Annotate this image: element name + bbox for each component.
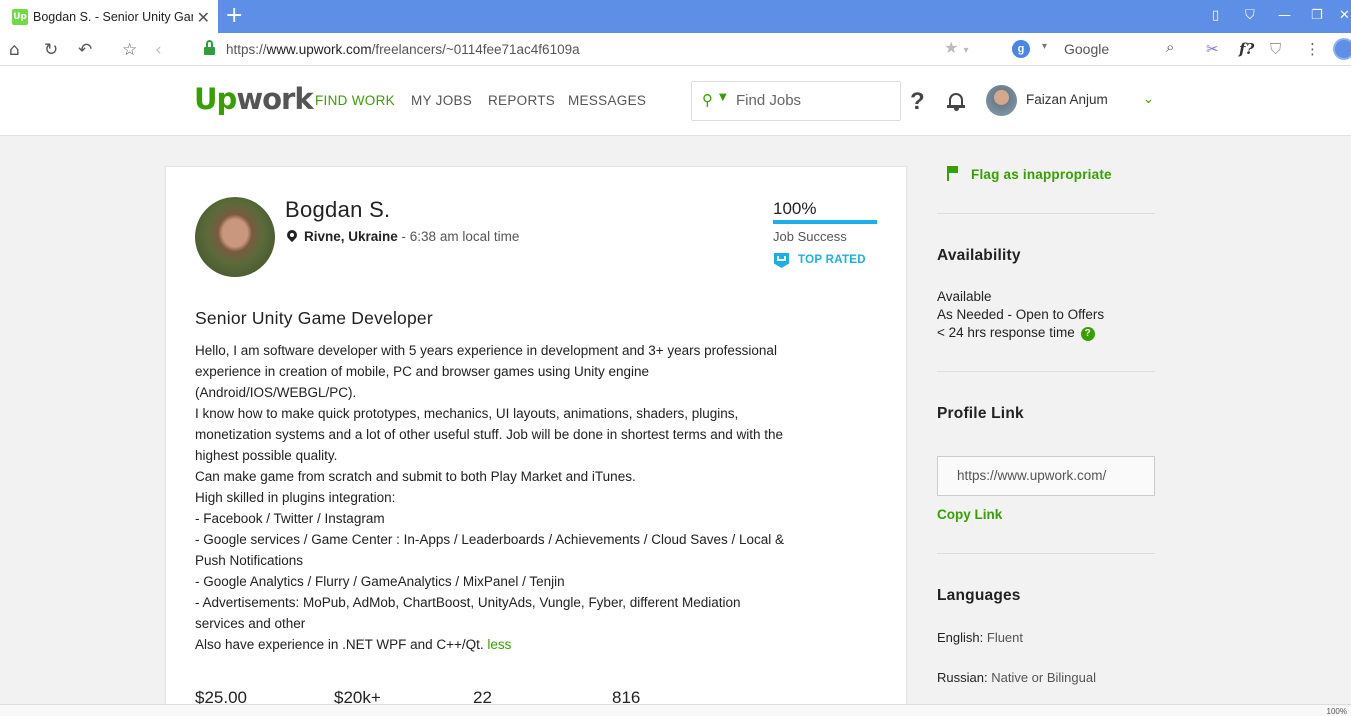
url-text[interactable]: https://www.upwork.com/freelancers/~0114… [226,42,580,57]
bookmark-icon[interactable]: ☆ [122,40,137,60]
overview-line: Hello, I am software developer with 5 ye… [195,343,777,358]
tab-title: Bogdan S. - Senior Unity Game [33,9,193,24]
google-icon: g [1012,40,1030,58]
help-circle-icon[interactable]: ? [1080,327,1095,341]
nav-messages[interactable]: MESSAGES [568,93,646,108]
shield-icon[interactable]: ⛉ [1245,8,1255,23]
profile-link-heading: Profile Link [937,405,1024,422]
profile-title: Senior Unity Game Developer [195,308,433,328]
language-item: English: Fluent [937,630,1024,645]
overview-line-last: Also have experience in .NET WPF and C++… [195,637,512,652]
overview-line: High skilled in plugins integration: [195,490,396,505]
overview-line: - Google Analytics / Flurry / GameAnalyt… [195,574,565,589]
freelancer-name: Bogdan S. [285,197,391,222]
window-close-icon[interactable]: ✕ [1339,8,1350,23]
sidebar-divider [937,553,1155,554]
copy-link-button[interactable]: Copy Link [937,507,1002,522]
overview-line: experience in creation of mobile, PC and… [195,364,649,379]
browser-status-bar: 100% [0,704,1351,716]
chevron-down-icon[interactable]: ▾ [1042,41,1047,52]
find-jobs-search[interactable]: ⚲ ▼ [691,81,901,121]
location-pin-icon [284,227,300,244]
overview-line: - Google services / Game Center : In-App… [195,532,785,547]
reload-icon[interactable]: ↻ [44,40,58,60]
upwork-favicon: Up [12,8,28,25]
job-success-value: 100% [773,199,817,218]
user-avatar[interactable] [986,85,1017,116]
minimize-icon[interactable]: — [1278,8,1291,23]
sidebar-divider [937,371,1155,372]
job-success-label: Job Success [773,229,847,244]
flag-inappropriate-link[interactable]: Flag as inappropriate [971,167,1112,182]
job-success-fill [773,220,877,224]
nav-my-jobs[interactable]: MY JOBS [411,93,472,108]
search-icon[interactable]: ⚲ [702,91,713,109]
overview-line: (Android/IOS/WEBGL/PC). [195,385,357,400]
browser-address-bar: ⌂ ↻ ↶ ☆ ‹ https://www.upwork.com/freelan… [0,33,1351,66]
languages-heading: Languages [937,587,1021,604]
overview-line: services and other [195,616,306,631]
overview-line: I know how to make quick prototypes, mec… [195,406,739,421]
browser-tab-bar: Up Bogdan S. - Senior Unity Game ✕ + ▯ ⛉… [0,0,1351,33]
user-name[interactable]: Faizan Anjum [1026,92,1108,107]
chevron-down-icon[interactable]: ⌄ [1143,92,1154,107]
availability-hours: As Needed - Open to Offers [937,307,1105,322]
close-icon[interactable]: ✕ [197,8,210,27]
profile-overview: Hello, I am software developer with 5 ye… [195,340,885,655]
overview-line: highest possible quality. [195,448,338,463]
local-time: - 6:38 am local time [397,229,520,244]
overview-line: Can make game from scratch and submit to… [195,469,636,484]
search-engine-label: Google [1064,41,1110,57]
url-field[interactable]: https://www.upwork.com/freelancers/~0114… [196,38,996,62]
help-icon[interactable]: ? [910,88,925,116]
top-rated-label: TOP RATED [798,254,866,266]
zoom-level[interactable]: 100% [1327,707,1347,716]
upwork-logo[interactable]: Upwork [194,82,314,116]
nav-reports[interactable]: REPORTS [488,93,555,108]
overview-line: monetization systems and a lot of other … [195,427,784,442]
browser-search-box[interactable]: g ▾ Google ⌕ [1012,38,1187,62]
overview-line: - Advertisements: MoPub, AdMob, ChartBoo… [195,595,741,610]
overview-line: Push Notifications [195,553,304,568]
scissors-icon[interactable]: ✂ [1206,40,1219,58]
star-icon[interactable]: ★ ▾ [944,38,968,57]
shield-extension-icon[interactable]: ⛉ [1270,40,1281,58]
browser-tab[interactable]: Up Bogdan S. - Senior Unity Game ✕ [0,0,218,33]
site-header: Upwork FIND WORK MY JOBS REPORTS MESSAGE… [0,66,1351,136]
chevron-down-icon[interactable]: ▼ [719,92,727,103]
back-icon[interactable]: ‹ [155,40,162,60]
search-icon[interactable]: ⌕ [1166,38,1174,56]
lock-icon [204,40,215,55]
availability-heading: Availability [937,247,1021,264]
restore-icon[interactable]: ❐ [1311,8,1323,23]
overview-line: - Facebook / Twitter / Instagram [195,511,385,526]
response-time: < 24 hrs response time? [937,325,1095,341]
formula-icon[interactable]: f? [1239,40,1254,58]
sidebar-divider [937,213,1155,214]
undo-icon[interactable]: ↶ [78,40,92,60]
new-tab-icon[interactable]: + [225,3,243,28]
job-success-bar [773,220,877,224]
menu-icon[interactable]: ⋮ [1305,40,1320,58]
profile-link-field[interactable]: https://www.upwork.com/ [937,456,1155,496]
profile-avatar [195,197,275,277]
find-jobs-input[interactable] [736,92,886,109]
language-item: Russian: Native or Bilingual [937,670,1096,685]
availability-status: Available [937,289,992,304]
tile-window-icon[interactable]: ▯ [1212,8,1219,23]
freelancer-location: Rivne, Ukraine - 6:38 am local time [304,229,520,244]
flag-icon[interactable] [947,166,958,181]
home-icon[interactable]: ⌂ [9,40,20,60]
bell-icon[interactable] [947,91,965,111]
browser-profile-icon[interactable] [1333,38,1351,60]
less-link[interactable]: less [487,637,511,652]
nav-find-work[interactable]: FIND WORK [315,93,395,108]
